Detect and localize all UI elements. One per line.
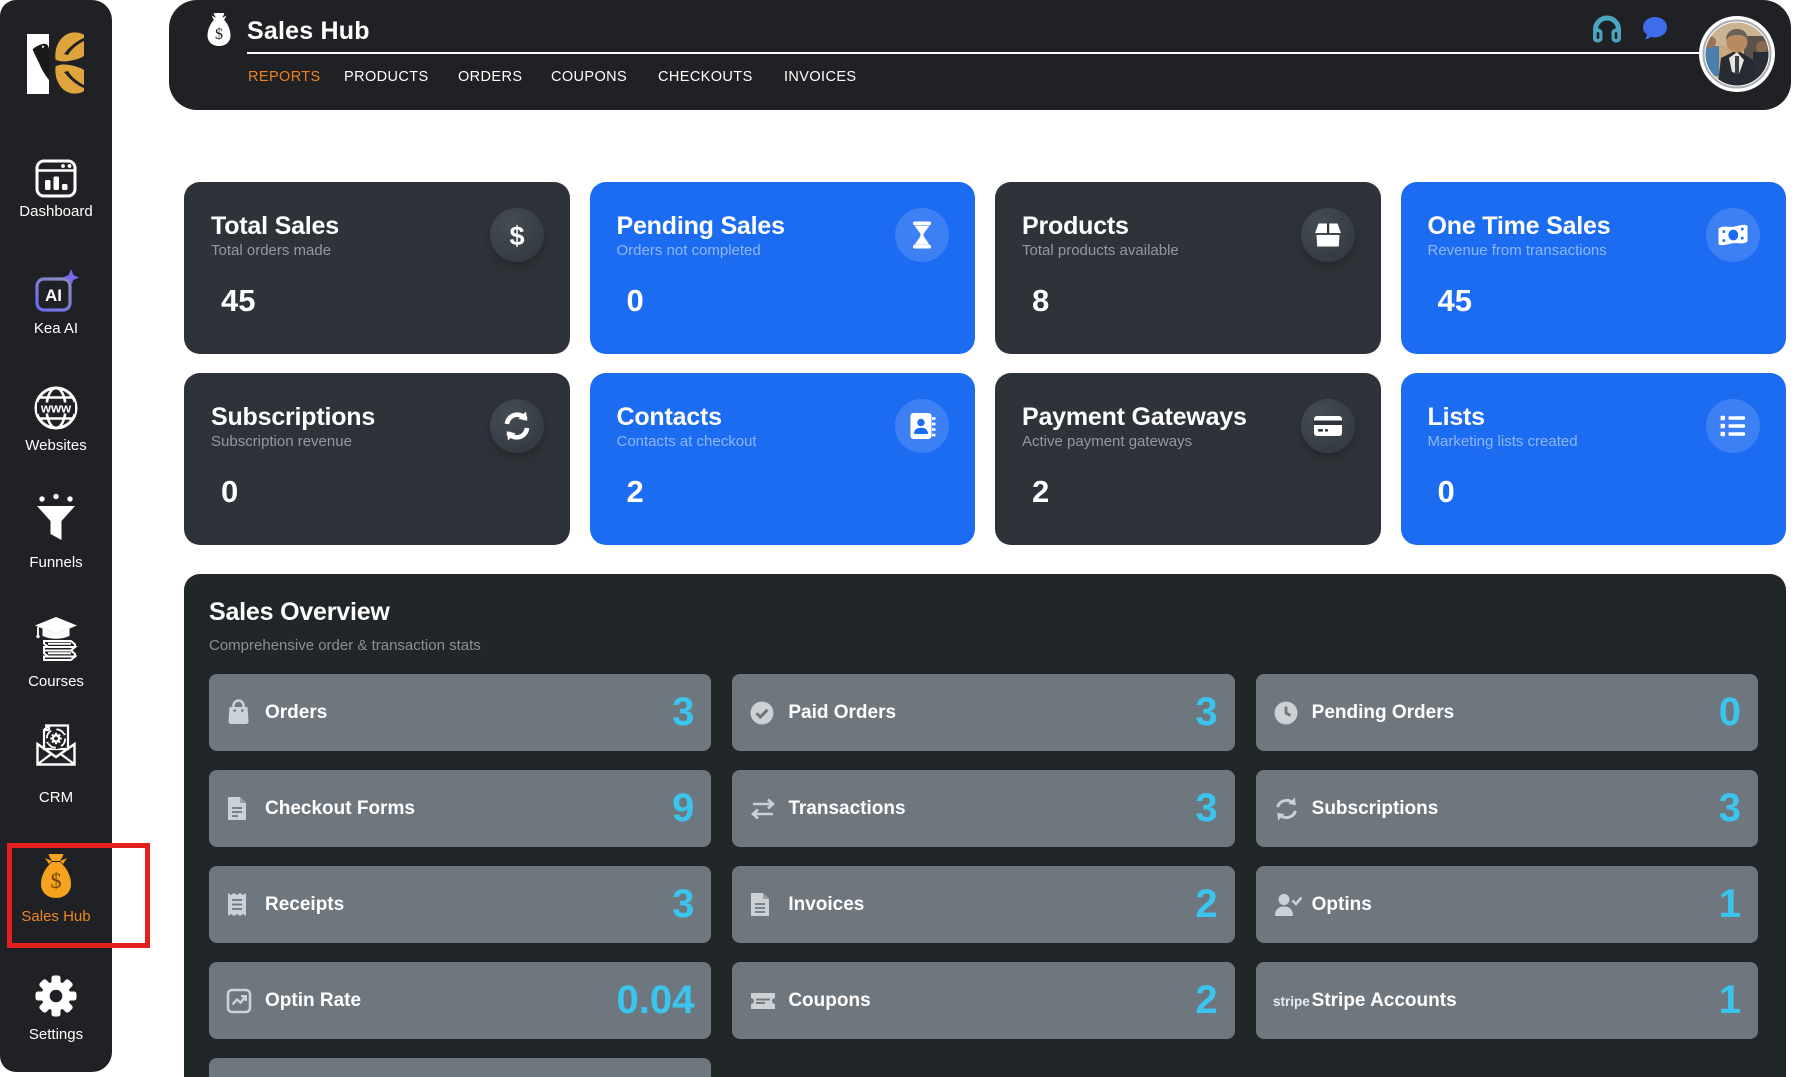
svg-text:$: $ bbox=[509, 221, 524, 251]
svg-text:$: $ bbox=[215, 26, 223, 43]
svg-text:stripe: stripe bbox=[1273, 994, 1310, 1009]
svg-text:www: www bbox=[40, 401, 72, 416]
svg-text:AI: AI bbox=[45, 286, 62, 305]
